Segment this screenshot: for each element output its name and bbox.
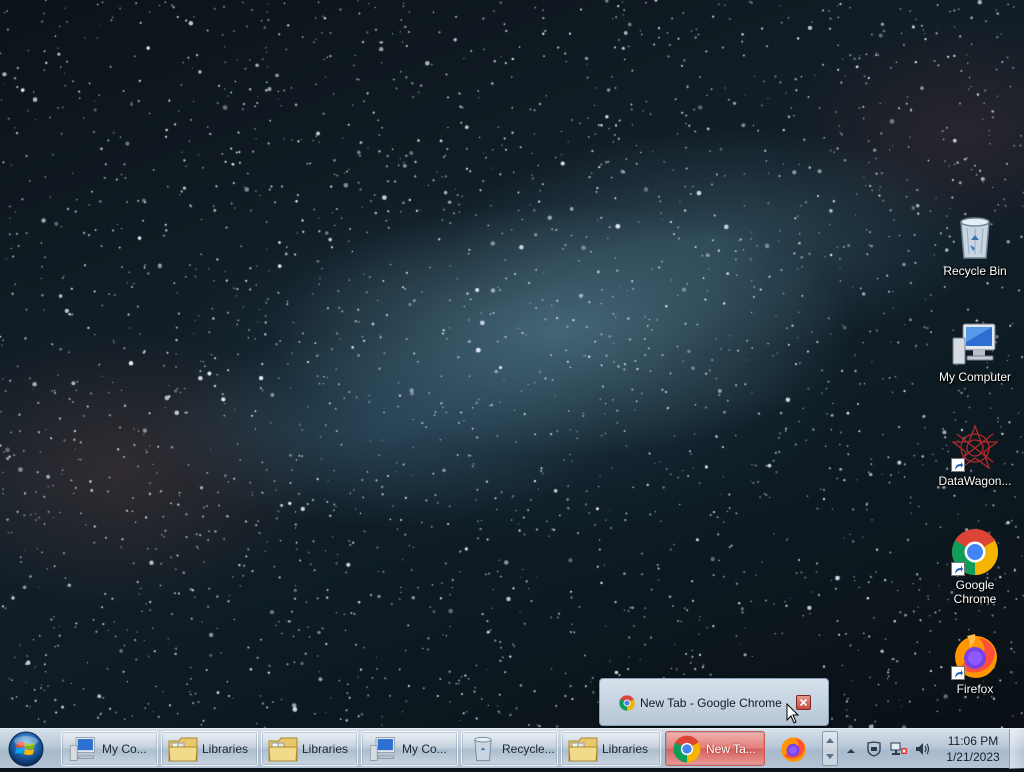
desktop-icon-google-chrome[interactable]: Google Chrome bbox=[933, 528, 1017, 606]
taskbar-item-google-chrome[interactable]: New Ta... bbox=[665, 731, 765, 766]
chrome-icon bbox=[951, 528, 999, 576]
action-center-icon[interactable] bbox=[866, 741, 882, 762]
start-button[interactable] bbox=[4, 731, 48, 767]
recycle-bin-icon bbox=[951, 214, 999, 262]
show-hidden-icons-button[interactable] bbox=[846, 743, 856, 761]
taskbar-item-label: Recycle... bbox=[502, 742, 555, 756]
folder-icon bbox=[568, 735, 598, 763]
taskbar-item-label: Libraries bbox=[302, 742, 349, 756]
desktop-icon-label: Google Chrome bbox=[953, 578, 997, 606]
taskbar-clock[interactable]: 11:06 PM 1/21/2023 bbox=[936, 733, 1010, 765]
taskbar-item-libraries[interactable]: Libraries bbox=[561, 731, 661, 766]
taskbar-item-label: Libraries bbox=[202, 742, 249, 756]
recycle-bin-icon bbox=[468, 735, 498, 763]
folder-icon bbox=[168, 735, 198, 763]
desktop-icon-my-computer[interactable]: My Computer bbox=[933, 320, 1017, 384]
taskbar-item-label: Libraries bbox=[602, 742, 649, 756]
firefox-icon bbox=[778, 735, 808, 763]
preview-title: New Tab - Google Chrome bbox=[640, 696, 782, 710]
folder-icon bbox=[268, 735, 298, 763]
network-icon[interactable] bbox=[890, 741, 908, 762]
desktop-icon-label: Recycle Bin bbox=[943, 264, 1007, 278]
shortcut-arrow-icon bbox=[951, 562, 965, 576]
show-desktop-button[interactable] bbox=[1009, 729, 1024, 769]
computer-icon bbox=[368, 735, 398, 763]
clock-time: 11:06 PM bbox=[947, 734, 999, 748]
taskbar-item-label: My Co... bbox=[102, 742, 147, 756]
taskbar-item-firefox[interactable] bbox=[769, 731, 817, 766]
shortcut-arrow-icon bbox=[951, 666, 965, 680]
desktop: Recycle Bin My Computer DataWagon... Goo… bbox=[0, 0, 1024, 728]
clock-date: 1/21/2023 bbox=[946, 750, 1000, 764]
taskbar-item-libraries[interactable]: Libraries bbox=[161, 731, 258, 766]
taskbar: My Co... Libraries Libraries My Co... Re… bbox=[0, 728, 1024, 769]
volume-icon[interactable] bbox=[914, 741, 932, 762]
taskbar-item-libraries[interactable]: Libraries bbox=[261, 731, 358, 766]
taskbar-scroll-buttons[interactable] bbox=[822, 731, 838, 766]
taskbar-item-recycle-bin[interactable]: Recycle... bbox=[461, 731, 558, 766]
computer-icon bbox=[951, 320, 999, 368]
desktop-icon-label: My Computer bbox=[938, 370, 1012, 384]
taskbar-item-label: My Co... bbox=[402, 742, 447, 756]
mouse-cursor-icon bbox=[786, 703, 800, 724]
desktop-icon-label: DataWagon... bbox=[938, 474, 1012, 488]
desktop-icon-label: Firefox bbox=[956, 682, 994, 696]
computer-icon bbox=[68, 735, 98, 763]
datawagon-icon bbox=[951, 424, 999, 472]
chevron-up-icon bbox=[847, 749, 855, 753]
shortcut-arrow-icon bbox=[951, 458, 965, 472]
taskbar-item-my-computer[interactable]: My Co... bbox=[361, 731, 458, 766]
taskbar-item-label: New Ta... bbox=[706, 742, 756, 756]
desktop-icon-firefox[interactable]: Firefox bbox=[933, 632, 1017, 696]
desktop-icon-recycle-bin[interactable]: Recycle Bin bbox=[933, 214, 1017, 278]
desktop-icon-datawagon[interactable]: DataWagon... bbox=[933, 424, 1017, 488]
firefox-icon bbox=[951, 632, 999, 680]
windows-orb-icon bbox=[8, 731, 44, 767]
starfield-wallpaper bbox=[0, 0, 1024, 728]
chrome-icon bbox=[672, 735, 702, 763]
taskbar-item-my-computer[interactable]: My Co... bbox=[61, 731, 158, 766]
chrome-icon bbox=[619, 695, 635, 711]
